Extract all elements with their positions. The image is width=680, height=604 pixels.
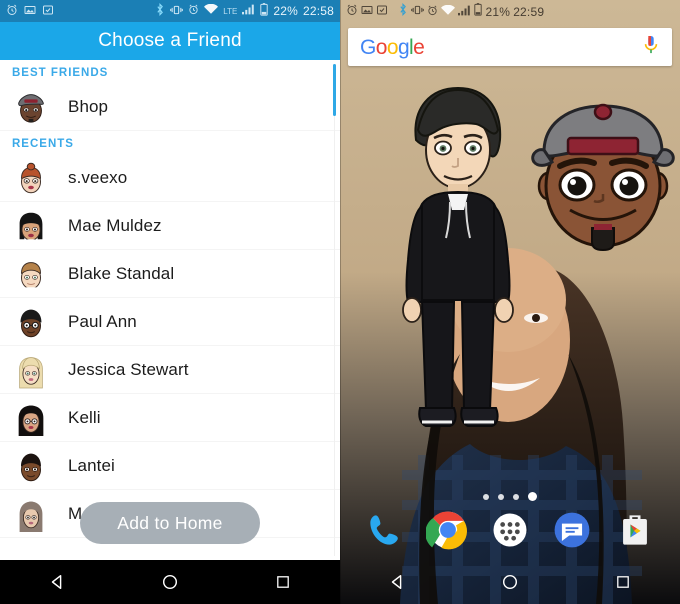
- bitmoji-bhop-avatar: [12, 88, 50, 126]
- add-to-home-button[interactable]: Add to Home: [80, 502, 260, 544]
- list-item[interactable]: Lantei: [0, 442, 340, 490]
- lte-icon: LTE: [223, 6, 238, 16]
- screenshot-icon: [376, 4, 388, 19]
- friend-name: s.veexo: [68, 167, 128, 187]
- image-icon: [361, 4, 373, 19]
- page-dot[interactable]: [483, 493, 489, 500]
- chrome-app-icon[interactable]: [425, 508, 470, 552]
- bitmoji-widget-bhop[interactable]: [528, 98, 678, 263]
- bitmoji-kelli-avatar: [12, 399, 50, 437]
- panel-divider: [340, 0, 341, 604]
- vibrate-icon: [411, 4, 425, 19]
- left-status-bar-left-icons: [6, 4, 54, 19]
- right-status-bar: 21% 22:59: [340, 0, 680, 22]
- messages-app-icon[interactable]: [550, 508, 594, 552]
- page-dot-active[interactable]: [528, 492, 537, 501]
- bitmoji-widget-sam[interactable]: [388, 78, 528, 468]
- list-item[interactable]: Kelli: [0, 394, 340, 442]
- home-button[interactable]: [148, 560, 192, 604]
- phone-app-icon[interactable]: [363, 508, 407, 552]
- clock-label: 22:58: [302, 4, 334, 18]
- list-item[interactable]: s.veexo: [0, 154, 340, 202]
- left-status-bar-right-icons: LTE 22% 22:58: [155, 3, 334, 19]
- vibrate-icon: [170, 4, 184, 19]
- signal-icon: [458, 5, 471, 19]
- list-item[interactable]: Paul Ann: [0, 298, 340, 346]
- play-store-app-icon[interactable]: [613, 508, 657, 552]
- page-dot[interactable]: [498, 493, 504, 500]
- section-header-best-friends: BEST FRIENDS: [12, 67, 109, 79]
- wifi-icon: [204, 3, 219, 18]
- app-drawer-icon[interactable]: [488, 508, 532, 552]
- back-button[interactable]: [375, 560, 419, 604]
- friend-name: Jessica Stewart: [68, 359, 189, 379]
- clock-label: 22:59: [513, 5, 545, 19]
- list-item[interactable]: Blake Standal: [0, 250, 340, 298]
- alarm-icon: [427, 5, 438, 19]
- left-status-bar: LTE 22% 22:58: [0, 0, 340, 22]
- battery-icon: [474, 3, 483, 19]
- bitmoji-m-avatar: [12, 495, 50, 533]
- google-logo-letter-e: e: [413, 35, 425, 59]
- bitmoji-jessica-avatar: [12, 351, 50, 389]
- home-screen-dock: [340, 508, 680, 552]
- friend-name: Mae Muldez: [68, 215, 162, 235]
- bitmoji-sveexo-avatar: [12, 159, 50, 197]
- recents-button[interactable]: [601, 560, 645, 604]
- google-logo: Google: [360, 35, 425, 60]
- scrollbar-thumb[interactable]: [333, 64, 336, 116]
- bluetooth-icon: [398, 3, 408, 19]
- signal-icon: [242, 4, 255, 18]
- back-button[interactable]: [35, 560, 79, 604]
- bitmoji-lantei-avatar: [12, 447, 50, 485]
- wifi-icon: [441, 4, 456, 19]
- home-button[interactable]: [488, 560, 532, 604]
- friend-name: Lantei: [68, 455, 115, 475]
- microphone-icon[interactable]: [642, 35, 660, 60]
- image-icon: [24, 4, 36, 19]
- page-dot[interactable]: [513, 493, 519, 500]
- right-status-bar-left-icons: [346, 4, 388, 19]
- recents-button[interactable]: [261, 560, 305, 604]
- home-screen-page-indicator: [340, 492, 680, 501]
- left-phone-panel: LTE 22% 22:58 Choose a Friend BEST FRIEN…: [0, 0, 340, 604]
- google-logo-letter-g: G: [360, 35, 376, 59]
- list-item[interactable]: Bhop: [0, 83, 340, 131]
- left-navigation-bar: [0, 560, 340, 604]
- bitmoji-paul-avatar: [12, 303, 50, 341]
- app-bar: Choose a Friend: [0, 22, 340, 60]
- section-header-recents: RECENTS: [12, 138, 74, 150]
- bitmoji-mae-avatar: [12, 207, 50, 245]
- friend-name: Paul Ann: [68, 311, 137, 331]
- friend-list[interactable]: BEST FRIENDS Bhop RECENTS s.veexo Mae Mu…: [0, 60, 340, 560]
- friend-name: Blake Standal: [68, 263, 175, 283]
- alarm-icon: [188, 4, 199, 18]
- dual-phone-screenshot: LTE 22% 22:58 Choose a Friend BEST FRIEN…: [0, 0, 680, 604]
- bluetooth-icon: [155, 3, 165, 19]
- google-logo-letter-o2: o: [386, 35, 399, 59]
- right-status-bar-right-icons: 21% 22:59: [398, 3, 544, 19]
- list-item[interactable]: Jessica Stewart: [0, 346, 340, 394]
- friend-name: Bhop: [68, 96, 109, 116]
- list-item[interactable]: Mae Muldez: [0, 202, 340, 250]
- battery-percent-label: 21%: [485, 5, 511, 19]
- friend-name: Kelli: [68, 407, 101, 427]
- scrollbar-track: [334, 64, 335, 556]
- bitmoji-blake-avatar: [12, 255, 50, 293]
- battery-percent-label: 22%: [273, 4, 298, 18]
- alarm-icon: [6, 4, 18, 19]
- right-navigation-bar: [340, 560, 680, 604]
- alarm-icon: [346, 4, 358, 19]
- screenshot-icon: [42, 4, 54, 19]
- app-bar-title: Choose a Friend: [98, 30, 242, 51]
- google-search-widget[interactable]: Google: [348, 28, 672, 66]
- google-logo-letter-o1: o: [375, 35, 388, 59]
- right-phone-panel: 21% 22:59 Google: [340, 0, 680, 604]
- google-logo-letter-g2: g: [397, 35, 410, 59]
- battery-icon: [260, 3, 269, 19]
